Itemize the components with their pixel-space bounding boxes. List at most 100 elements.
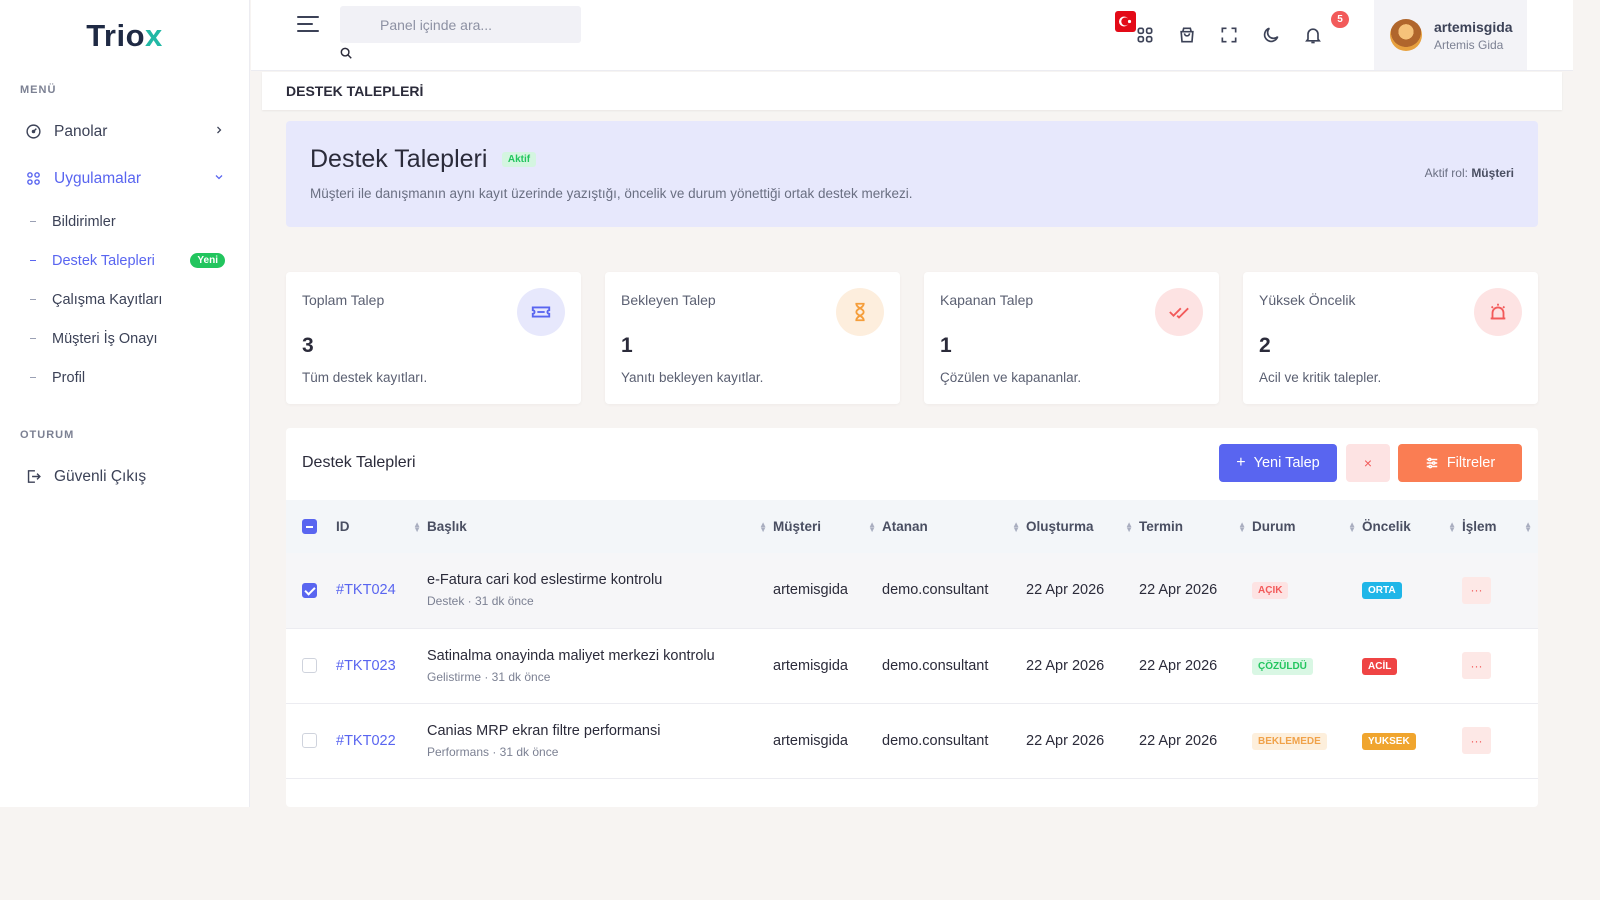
search-icon[interactable] [339, 46, 353, 65]
sort-icon: ▲ ▼ [1524, 519, 1532, 534]
menu-section-title: MENÜ [20, 84, 57, 96]
column-label: Müşteri [773, 519, 822, 534]
sort-icon: ▲ ▼ [1012, 519, 1020, 534]
chevron-right-icon [213, 123, 225, 141]
stat-sub: Acil ve kritik talepler. [1259, 370, 1382, 385]
row-checkbox[interactable] [302, 658, 317, 674]
search-input[interactable] [340, 6, 581, 43]
priority-badge: ACİL [1362, 657, 1398, 675]
sidebar-subitem-calisma-kayitlari[interactable]: Çalışma Kayıtları [0, 280, 249, 319]
column-header-oncelik[interactable]: Öncelik ▲ ▼ [1362, 500, 1462, 553]
dash-marker [30, 221, 36, 222]
column-header-musteri[interactable]: Müşteri ▲ ▼ [773, 500, 882, 553]
row-checkbox[interactable] [302, 582, 317, 598]
table-row[interactable]: #TKT024 e-Fatura cari kod eslestirme kont… [286, 553, 1538, 628]
alarm-icon [1474, 288, 1522, 336]
row-actions-button[interactable]: ··· [1462, 576, 1491, 604]
stat-value: 1 [621, 334, 633, 357]
table-body: #TKT024 e-Fatura cari kod eslestirme kont… [286, 553, 1538, 778]
clear-filters-button[interactable]: × [1346, 444, 1390, 482]
row-checkbox[interactable] [302, 733, 317, 749]
filters-button[interactable]: Filtreler [1398, 444, 1522, 482]
grid-apps-icon[interactable] [1133, 23, 1157, 47]
stat-value: 3 [302, 334, 314, 357]
logo[interactable]: Trio x [0, 0, 249, 72]
column-header-olusturma[interactable]: Oluşturma ▲ ▼ [1026, 500, 1139, 553]
chevron-down-icon [213, 170, 225, 188]
column-label: Durum [1252, 519, 1296, 534]
action-cell: ··· [1462, 553, 1538, 628]
assignee-cell: demo.consultant [882, 732, 989, 749]
column-label: Atanan [882, 519, 928, 534]
sort-icon: ▲ ▼ [1448, 519, 1456, 534]
stat-card-yuksek-oncelik: Yüksek Öncelik 2 Acil ve kritik talepler… [1243, 272, 1538, 404]
stat-sub: Çözülen ve kapananlar. [940, 370, 1082, 385]
ticket-title[interactable]: Canias MRP ekran filtre performansi [427, 723, 773, 739]
column-header-baslik[interactable]: Başlık ▲ ▼ [427, 500, 773, 553]
sidebar-subitem-musteri-is-onayi[interactable]: Müşteri İş Onayı [0, 319, 249, 358]
column-label: İşlem [1462, 519, 1497, 534]
table-row[interactable]: #TKT022 Canias MRP ekran filtre performan… [286, 703, 1538, 778]
row-actions-button[interactable]: ··· [1462, 652, 1491, 679]
column-header-islem[interactable]: İşlem ▲ ▼ [1462, 500, 1538, 553]
priority-cell: ORTA [1362, 553, 1462, 628]
column-label: Termin [1139, 519, 1184, 534]
fullscreen-icon[interactable] [1217, 23, 1241, 47]
action-cell: ··· [1462, 628, 1538, 703]
hamburger-menu-icon[interactable] [297, 16, 319, 34]
logout-button[interactable]: Güvenli Çıkış [0, 453, 249, 500]
status-badge: AÇIK [1252, 582, 1289, 600]
priority-badge: YUKSEK [1362, 732, 1416, 750]
apps-icon [24, 170, 42, 188]
column-header-durum[interactable]: Durum ▲ ▼ [1252, 500, 1362, 553]
row-actions-button[interactable]: ··· [1462, 727, 1491, 754]
row-select-cell [286, 703, 336, 778]
customer-cell: artemisgida [773, 657, 848, 674]
ticket-title[interactable]: e-Fatura cari kod eslestirme kontrolu [427, 572, 773, 588]
ticket-title-cell: Canias MRP ekran filtre performansi Perfo… [427, 703, 773, 778]
sidebar-item-panolar[interactable]: Panolar [0, 108, 249, 155]
user-profile-menu[interactable]: artemisgida Artemis Gida [1374, 0, 1527, 70]
column-header-termin[interactable]: Termin ▲ ▼ [1139, 500, 1252, 553]
notification-bell-icon[interactable] [1301, 23, 1325, 47]
sidebar: Trio x MENÜ Panolar Uygulamalar Bildiriml… [0, 0, 250, 807]
due-date-cell: 22 Apr 2026 [1139, 582, 1218, 599]
new-ticket-button[interactable]: + Yeni Talep [1219, 444, 1337, 482]
ticket-id-link[interactable]: #TKT023 [336, 658, 396, 674]
sidebar-subitem-label: Müşteri İş Onayı [52, 330, 158, 347]
sidebar-subitem-bildirimler[interactable]: Bildirimler [0, 202, 249, 241]
stat-card-toplam: Toplam Talep 3 Tüm destek kayıtları. [286, 272, 581, 404]
new-badge: Yeni [190, 253, 225, 268]
logo-accent: x [145, 18, 163, 53]
table-row[interactable]: #TKT023 Satinalma onayinda maliyet merkez… [286, 628, 1538, 703]
column-header-id[interactable]: ID ▲ ▼ [336, 500, 427, 553]
dash-marker [30, 299, 36, 300]
status-cell: BEKLEMEDE [1252, 703, 1362, 778]
sidebar-item-uygulamalar[interactable]: Uygulamalar [0, 155, 249, 202]
sort-icon: ▲ ▼ [1238, 519, 1246, 534]
ticket-id-link[interactable]: #TKT024 [336, 582, 396, 598]
action-cell: ··· [1462, 703, 1538, 778]
dark-mode-moon-icon[interactable] [1259, 23, 1283, 47]
active-role: Aktif rol: Müşteri [1425, 166, 1514, 180]
assignee-cell: demo.consultant [882, 582, 989, 599]
created-date-cell: 22 Apr 2026 [1026, 582, 1105, 599]
sidebar-subitem-destek-talepleri[interactable]: Destek Talepleri Yeni [0, 241, 249, 280]
select-all-checkbox[interactable] [302, 519, 317, 535]
ticket-id-cell: #TKT024 [336, 553, 427, 628]
active-role-value: Müşteri [1471, 166, 1514, 180]
breadcrumb-label: DESTEK TALEPLERİ [286, 83, 424, 99]
shopping-bag-icon[interactable] [1175, 23, 1199, 47]
column-header-atanan[interactable]: Atanan ▲ ▼ [882, 500, 1026, 553]
ticket-title[interactable]: Satinalma onayinda maliyet merkezi kontr… [427, 648, 773, 664]
dash-marker [30, 338, 36, 339]
sidebar-subitem-profil[interactable]: Profil [0, 358, 249, 397]
stat-card-kapanan: Kapanan Talep 1 Çözülen ve kapananlar. [924, 272, 1219, 404]
status-badge: BEKLEMEDE [1252, 732, 1327, 750]
tickets-table-card: Destek Talepleri + Yeni Talep × Filtrele… [286, 428, 1538, 807]
gauge-icon [24, 123, 42, 141]
sliders-icon [1425, 456, 1439, 470]
sort-icon: ▲ ▼ [868, 519, 876, 534]
select-all-header [286, 500, 336, 553]
ticket-id-link[interactable]: #TKT022 [336, 733, 396, 749]
